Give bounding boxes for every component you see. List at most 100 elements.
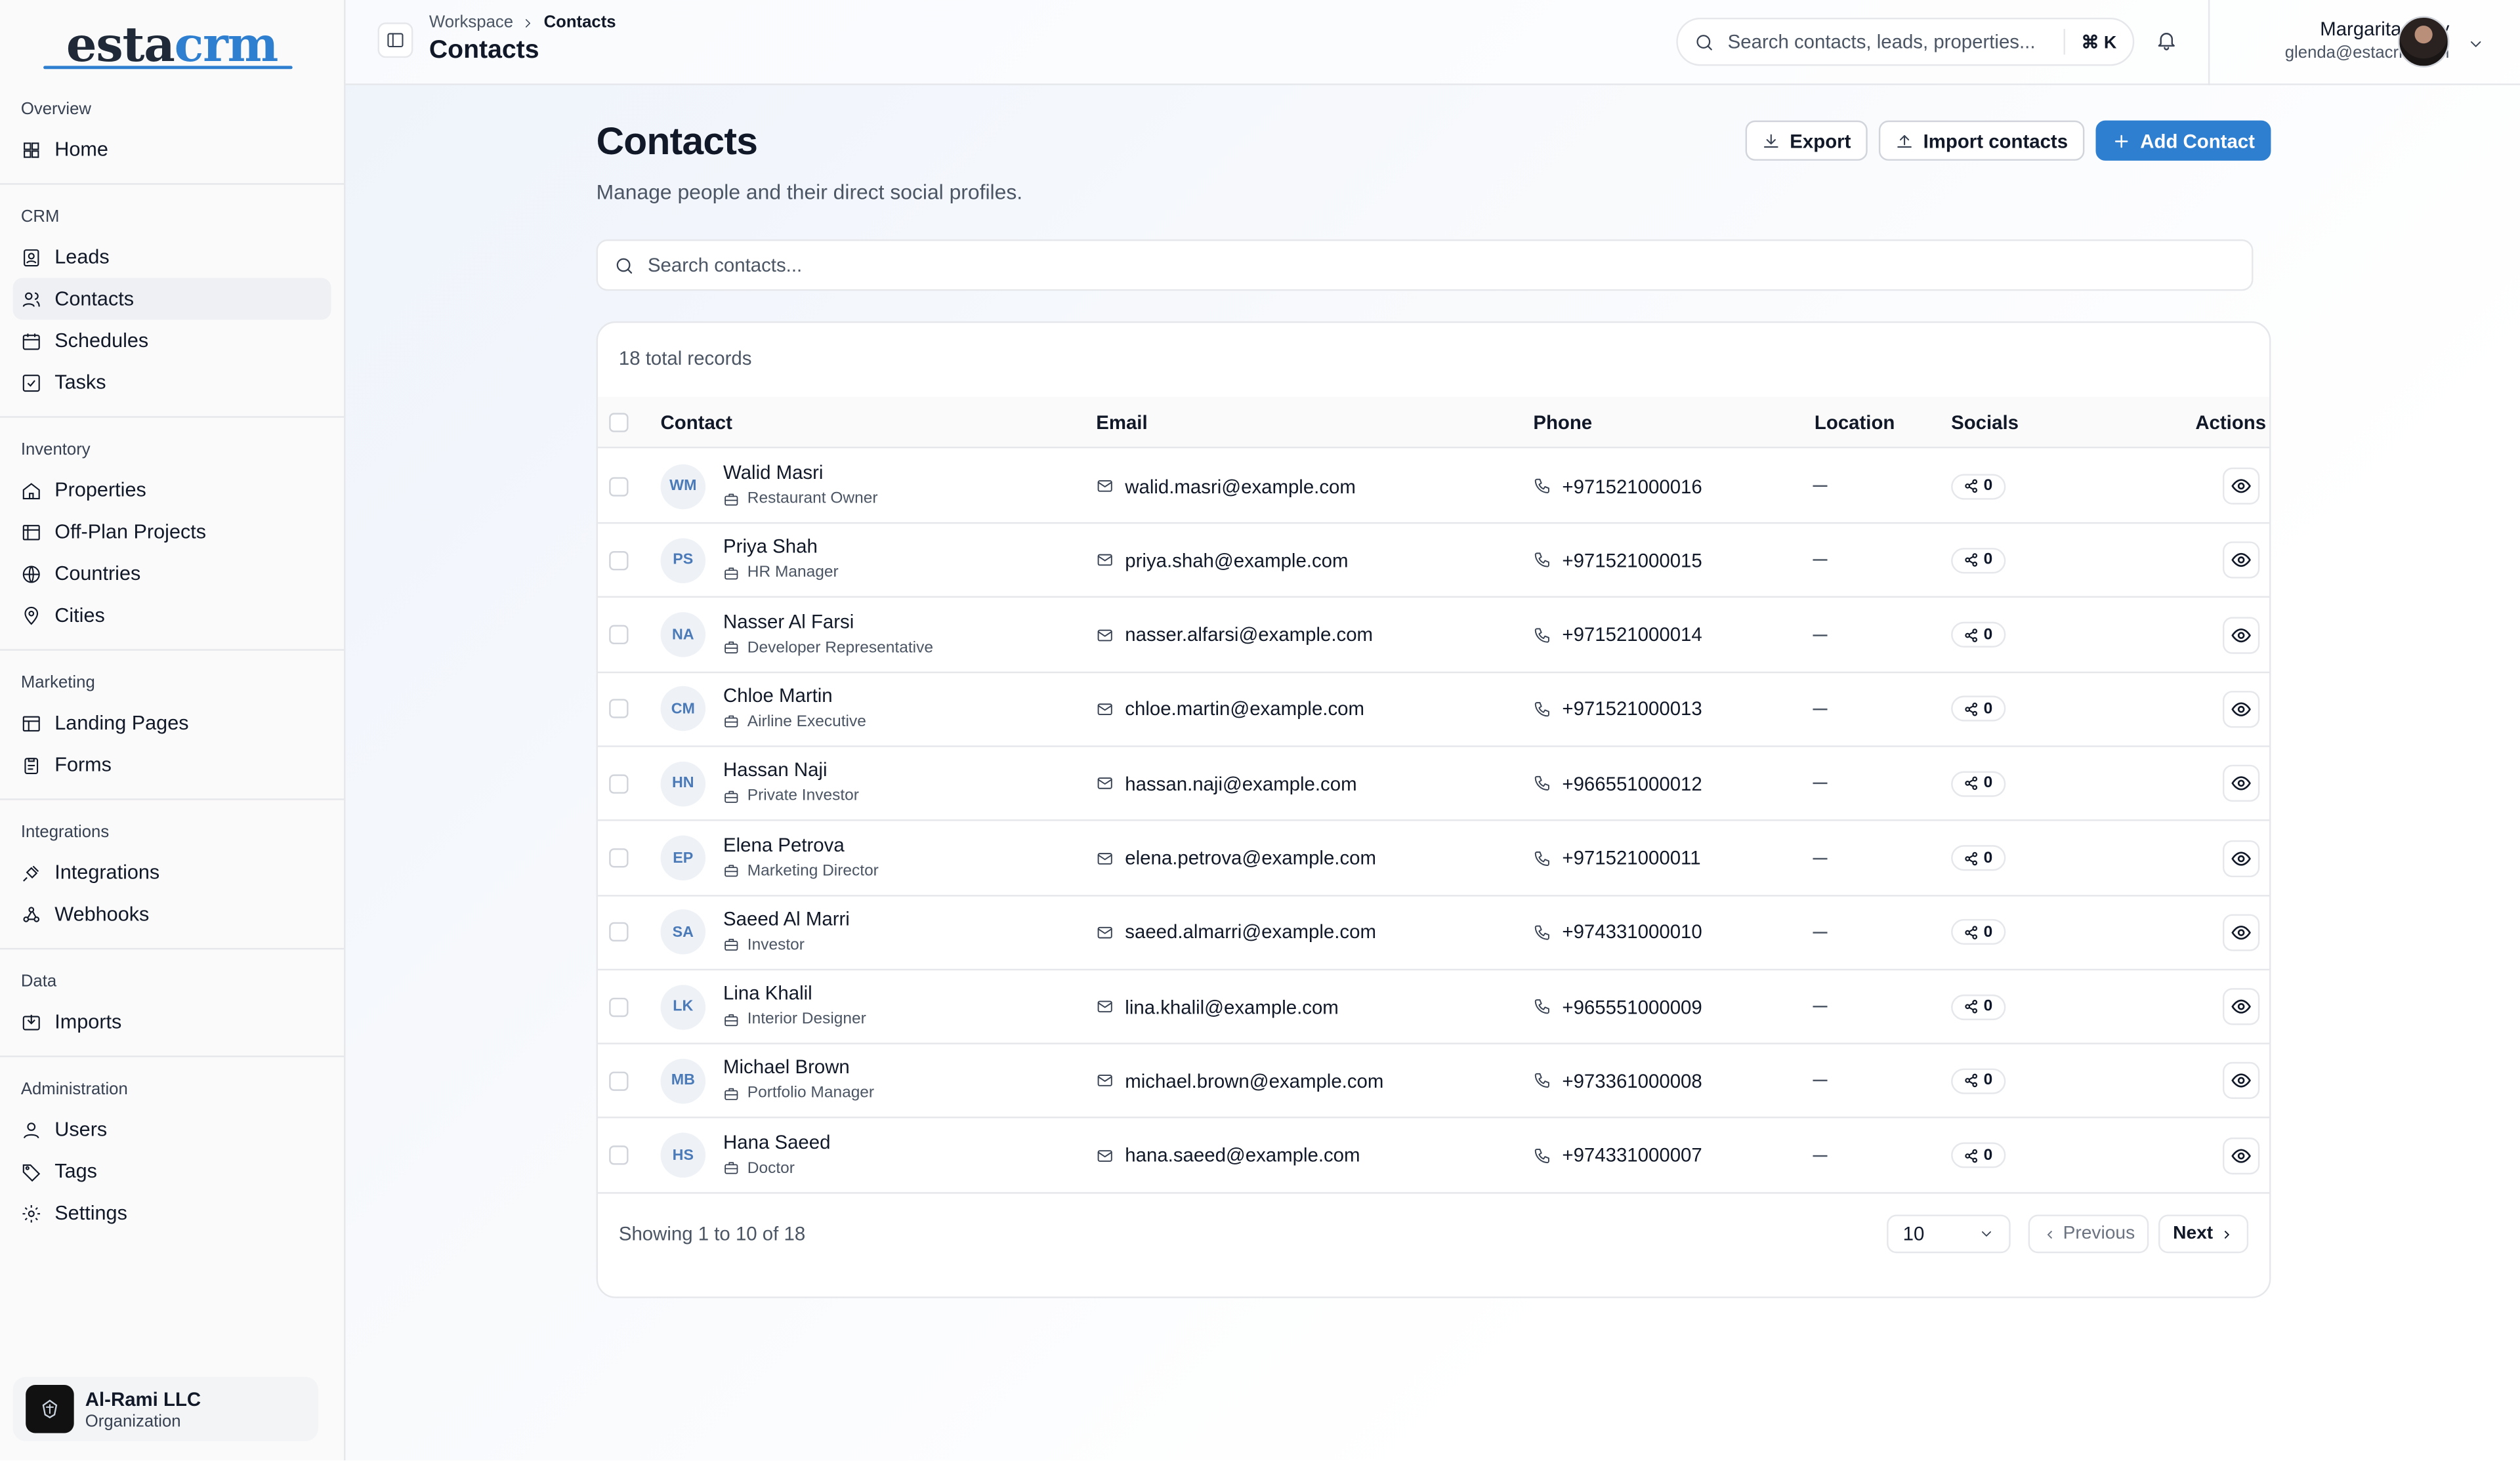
socials-badge[interactable]: 0 [1951,1068,2006,1094]
contact-phone[interactable]: +974331000007 [1533,1144,1702,1166]
row-checkbox[interactable] [609,848,629,868]
contact-phone[interactable]: +971521000011 [1533,847,1701,869]
contact-phone[interactable]: +973361000008 [1533,1070,1702,1092]
sidebar-item-imports[interactable]: Imports [13,1001,331,1043]
socials-badge[interactable]: 0 [1951,621,2006,648]
row-checkbox[interactable] [609,550,629,570]
sidebar-item-leads[interactable]: Leads [13,236,331,278]
contact-name[interactable]: Elena Petrova [723,833,845,855]
sidebar-item-tags[interactable]: Tags [13,1150,331,1192]
socials-badge[interactable]: 0 [1951,473,2006,499]
add-contact-button[interactable]: Add Contact [2095,120,2271,161]
row-checkbox[interactable] [609,699,629,719]
row-checkbox[interactable] [609,773,629,794]
contact-email[interactable]: priya.shah@example.com [1096,549,1349,571]
contact-email[interactable]: saeed.almarri@example.com [1096,921,1376,943]
global-search-input[interactable]: Search contacts, leads, properties... ⌘ … [1676,17,2135,66]
col-email[interactable]: Email [1096,411,1147,433]
previous-page-button[interactable]: Previous [2028,1214,2149,1254]
view-contact-button[interactable] [2222,690,2260,728]
socials-badge[interactable]: 0 [1951,1142,2006,1168]
contact-email[interactable]: lina.khalil@example.com [1096,995,1339,1018]
view-contact-button[interactable] [2222,1062,2260,1100]
col-contact[interactable]: Contact [661,411,732,433]
view-contact-button[interactable] [2222,839,2260,876]
row-checkbox[interactable] [609,625,629,645]
table-row[interactable]: PS Priya Shah HR Manager priya.shah@exam… [598,524,2269,598]
sidebar-item-off-plan-projects[interactable]: Off-Plan Projects [13,511,331,553]
table-row[interactable]: EP Elena Petrova Marketing Director elen… [598,822,2269,896]
sidebar-item-integrations[interactable]: Integrations [13,852,331,894]
contact-name[interactable]: Priya Shah [723,535,818,558]
contact-email[interactable]: michael.brown@example.com [1096,1070,1383,1092]
col-location[interactable]: Location [1815,411,1895,433]
sidebar-item-landing-pages[interactable]: Landing Pages [13,702,331,744]
contact-name[interactable]: Saeed Al Marri [723,907,850,930]
page-size-select[interactable]: 10 [1887,1214,2011,1254]
contact-email[interactable]: hana.saeed@example.com [1096,1144,1360,1166]
contact-phone[interactable]: +971521000016 [1533,475,1702,497]
user-menu-chevron[interactable] [2467,32,2485,61]
sidebar-item-contacts[interactable]: Contacts [12,278,331,320]
row-checkbox[interactable] [609,922,629,942]
contact-phone[interactable]: +971521000015 [1533,549,1702,571]
import-contacts-button[interactable]: Import contacts [1878,120,2084,161]
sidebar-item-home[interactable]: Home [13,129,331,171]
next-page-button[interactable]: Next [2158,1214,2249,1254]
sidebar-item-webhooks[interactable]: Webhooks [13,894,331,936]
row-checkbox[interactable] [609,476,629,496]
view-contact-button[interactable] [2222,765,2260,802]
sidebar-toggle-button[interactable] [377,22,413,58]
contact-email[interactable]: nasser.alfarsi@example.com [1096,623,1373,646]
socials-badge[interactable]: 0 [1951,919,2006,945]
org-switcher[interactable]: Al-Rami LLC Organization [12,1376,318,1441]
table-row[interactable]: WM Walid Masri Restaurant Owner walid.ma… [598,450,2269,524]
view-contact-button[interactable] [2222,616,2260,653]
sidebar-item-properties[interactable]: Properties [13,469,331,511]
select-all-checkbox[interactable] [609,412,629,432]
breadcrumb-workspace[interactable]: Workspace [429,13,513,32]
sidebar-item-schedules[interactable]: Schedules [13,319,331,361]
socials-badge[interactable]: 0 [1951,993,2006,1020]
contact-name[interactable]: Hassan Naji [723,758,827,781]
table-row[interactable]: HS Hana Saeed Doctor hana.saeed@example.… [598,1119,2269,1193]
col-socials[interactable]: Socials [1951,411,2019,433]
contact-name[interactable]: Lina Khalil [723,982,812,1004]
contact-phone[interactable]: +966551000012 [1533,772,1702,794]
contact-email[interactable]: chloe.martin@example.com [1096,698,1364,720]
view-contact-button[interactable] [2222,913,2260,951]
contact-phone[interactable]: +971521000014 [1533,623,1702,646]
contacts-search-input[interactable]: Search contacts... [596,239,2254,291]
sidebar-item-settings[interactable]: Settings [13,1192,331,1234]
sidebar-item-tasks[interactable]: Tasks [13,361,331,403]
export-button[interactable]: Export [1744,120,1867,161]
contact-phone[interactable]: +971521000013 [1533,698,1702,720]
socials-badge[interactable]: 0 [1951,770,2006,796]
brand-logo[interactable]: estacrm [0,0,344,90]
table-row[interactable]: MB Michael Brown Portfolio Manager micha… [598,1045,2269,1119]
table-row[interactable]: HN Hassan Naji Private Investor hassan.n… [598,747,2269,821]
notifications-button[interactable] [2155,29,2177,60]
contact-email[interactable]: walid.masri@example.com [1096,475,1356,497]
sidebar-item-users[interactable]: Users [13,1109,331,1151]
view-contact-button[interactable] [2222,988,2260,1025]
sidebar-item-countries[interactable]: Countries [13,552,331,594]
contact-name[interactable]: Walid Masri [723,461,823,484]
row-checkbox[interactable] [609,1071,629,1091]
sidebar-item-cities[interactable]: Cities [13,594,331,636]
col-phone[interactable]: Phone [1533,411,1592,433]
user-avatar[interactable] [2397,16,2450,68]
contact-name[interactable]: Chloe Martin [723,684,833,707]
contact-name[interactable]: Hana Saeed [723,1130,830,1153]
row-checkbox[interactable] [609,1145,629,1165]
socials-badge[interactable]: 0 [1951,845,2006,871]
contact-email[interactable]: hassan.naji@example.com [1096,772,1357,794]
socials-badge[interactable]: 0 [1951,696,2006,722]
row-checkbox[interactable] [609,997,629,1017]
contact-phone[interactable]: +965551000009 [1533,995,1702,1018]
contact-email[interactable]: elena.petrova@example.com [1096,847,1376,869]
table-row[interactable]: CM Chloe Martin Airline Executive chloe.… [598,673,2269,747]
table-row[interactable]: LK Lina Khalil Interior Designer lina.kh… [598,970,2269,1045]
contact-phone[interactable]: +974331000010 [1533,921,1702,943]
view-contact-button[interactable] [2222,542,2260,579]
